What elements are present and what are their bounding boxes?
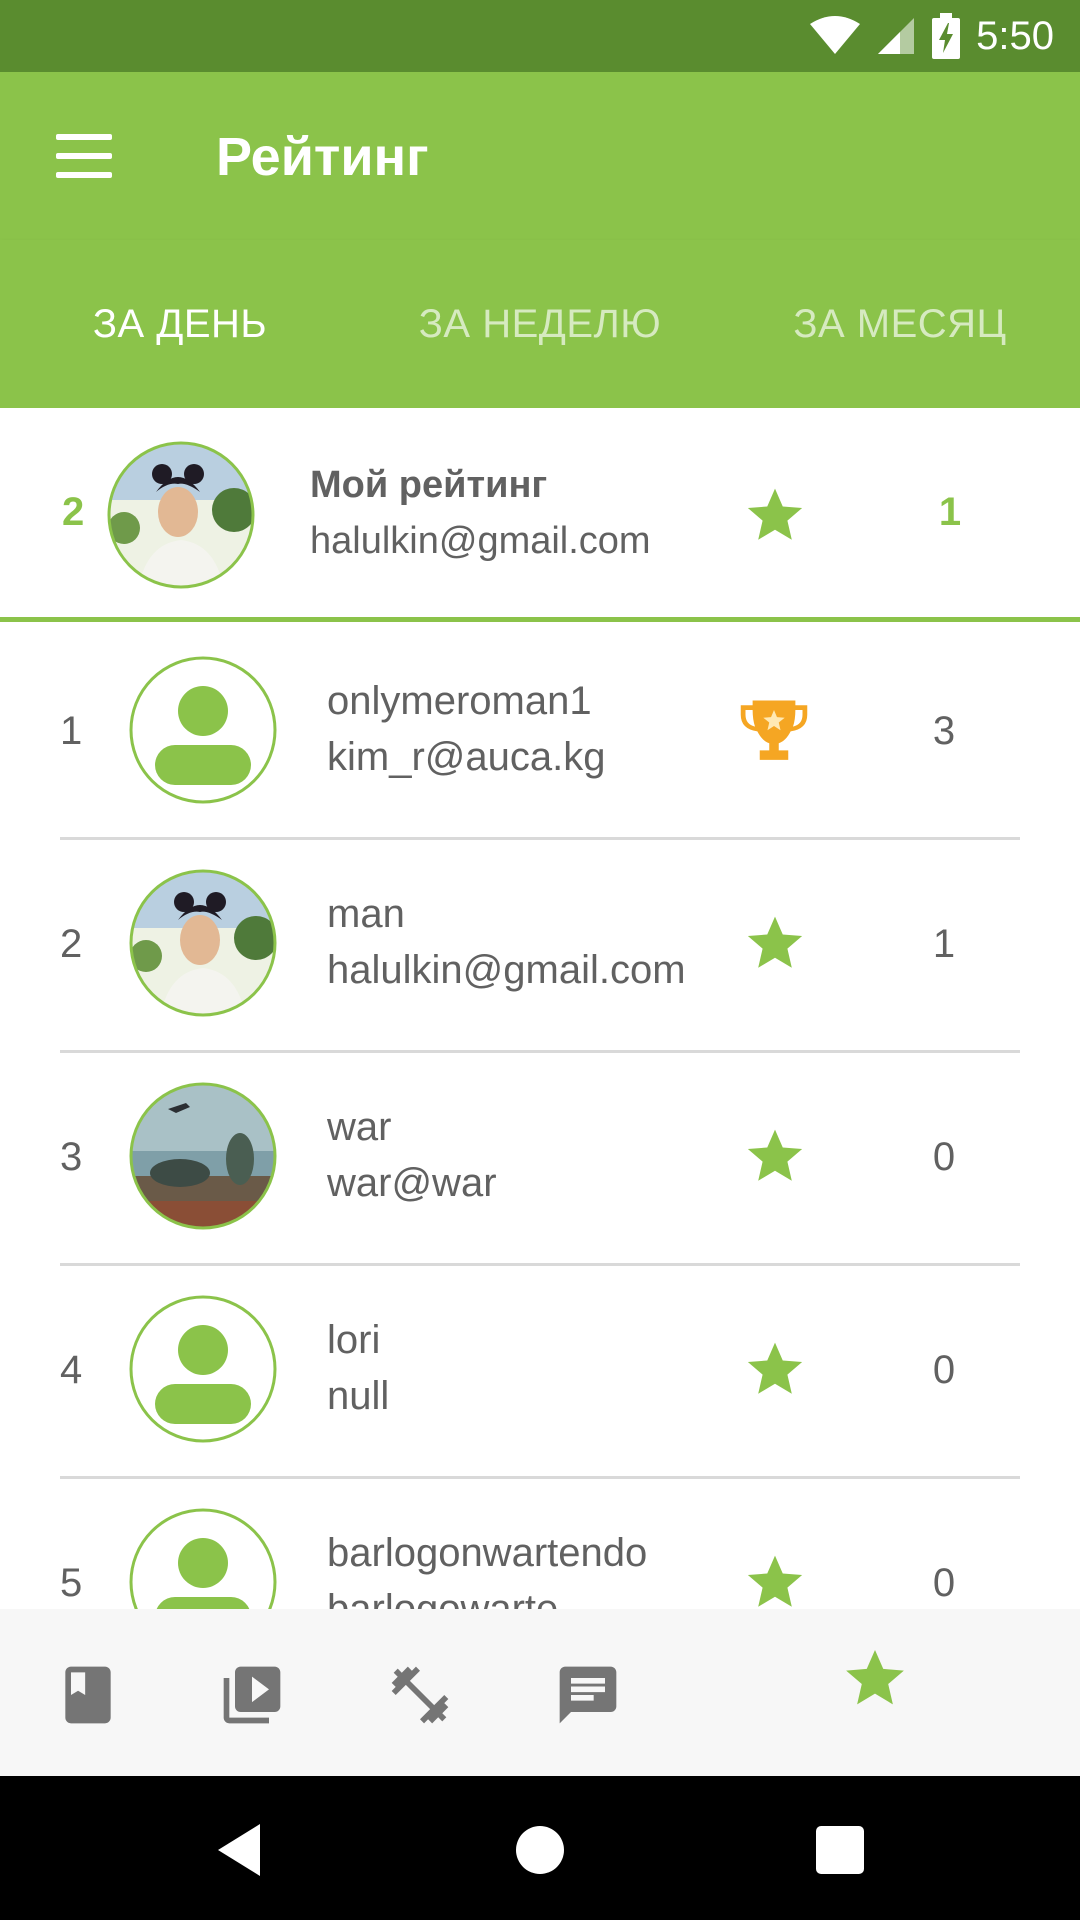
user-name: onlymeroman1 — [327, 679, 592, 723]
score: 0 — [932, 1348, 956, 1392]
wifi-icon — [810, 16, 861, 54]
score: 0 — [932, 1135, 956, 1179]
status-time: 5:50 — [976, 13, 1054, 58]
user-name: lori — [327, 1318, 381, 1362]
page-title: Рейтинг — [216, 127, 429, 187]
landscape-avatar — [129, 1082, 277, 1230]
my-rating-row[interactable]: 2 Мой рейтинг halulkin@gmail.com 1 — [0, 408, 1080, 622]
user-email: kim_r@auca.kg — [327, 735, 606, 779]
list-item[interactable]: 1 onlymeroman1 kim_r@auca.kg 3 — [0, 627, 1080, 840]
my-name: Мой рейтинг — [310, 464, 548, 506]
rank: 3 — [60, 1135, 83, 1179]
bottom-nav — [0, 1609, 1080, 1776]
cell-signal-icon — [878, 18, 915, 54]
star-icon[interactable] — [842, 1645, 908, 1711]
tab-week[interactable]: ЗА НЕДЕЛЮ — [360, 240, 720, 408]
trophy-icon — [740, 700, 808, 760]
my-rank: 2 — [62, 490, 85, 534]
list-item[interactable]: 2 man halulkin@gmail.com 1 — [0, 840, 1080, 1053]
score: 1 — [932, 922, 956, 966]
avatar — [107, 441, 255, 589]
user-email: halulkin@gmail.com — [327, 948, 686, 992]
star-icon — [747, 916, 803, 968]
status-bar: 5:50 — [0, 0, 1080, 72]
score: 0 — [932, 1561, 956, 1605]
app-bar: Рейтинг — [0, 72, 1080, 240]
leaderboard-list[interactable]: 1 onlymeroman1 kim_r@auca.kg 3 2 man hal… — [0, 627, 1080, 1609]
default-avatar — [129, 656, 277, 804]
rank: 2 — [60, 922, 83, 966]
photo-avatar — [129, 869, 277, 1017]
star-icon — [747, 1555, 803, 1607]
book-icon[interactable] — [54, 1661, 122, 1729]
star-icon — [747, 488, 803, 540]
user-email: barlogowarte — [327, 1587, 559, 1609]
home-icon[interactable] — [510, 1820, 570, 1880]
tab-day[interactable]: ЗА ДЕНЬ — [0, 240, 360, 408]
user-email: war@war — [327, 1161, 497, 1205]
recents-icon[interactable] — [810, 1820, 870, 1880]
star-icon — [747, 1129, 803, 1181]
list-item[interactable]: 5 barlogonwartendo barlogowarte 0 — [0, 1479, 1080, 1609]
rank: 1 — [60, 709, 83, 753]
user-name: barlogonwartendo — [327, 1531, 648, 1575]
status-icons: 5:50 — [810, 0, 1054, 72]
user-name: war — [327, 1105, 392, 1149]
rank: 4 — [60, 1348, 83, 1392]
score: 3 — [932, 709, 956, 753]
fitness-icon[interactable] — [386, 1661, 454, 1729]
video-library-icon[interactable] — [218, 1661, 286, 1729]
battery-charging-icon — [932, 13, 961, 59]
system-nav-bar — [0, 1776, 1080, 1920]
period-tabs: ЗА ДЕНЬ ЗА НЕДЕЛЮ ЗА МЕСЯЦ — [0, 240, 1080, 408]
list-item[interactable]: 3 war war@war 0 — [0, 1053, 1080, 1266]
my-email: halulkin@gmail.com — [310, 520, 651, 562]
user-email: null — [327, 1374, 390, 1418]
my-score: 1 — [938, 490, 962, 534]
star-icon — [747, 1342, 803, 1394]
user-name: man — [327, 892, 405, 936]
menu-icon[interactable] — [52, 128, 116, 184]
default-avatar — [129, 1508, 277, 1609]
chat-icon[interactable] — [554, 1661, 622, 1729]
list-item[interactable]: 4 lori null 0 — [0, 1266, 1080, 1479]
tab-month[interactable]: ЗА МЕСЯЦ — [720, 240, 1080, 408]
default-avatar — [129, 1295, 277, 1443]
back-icon[interactable] — [210, 1820, 270, 1880]
rank: 5 — [60, 1561, 83, 1605]
